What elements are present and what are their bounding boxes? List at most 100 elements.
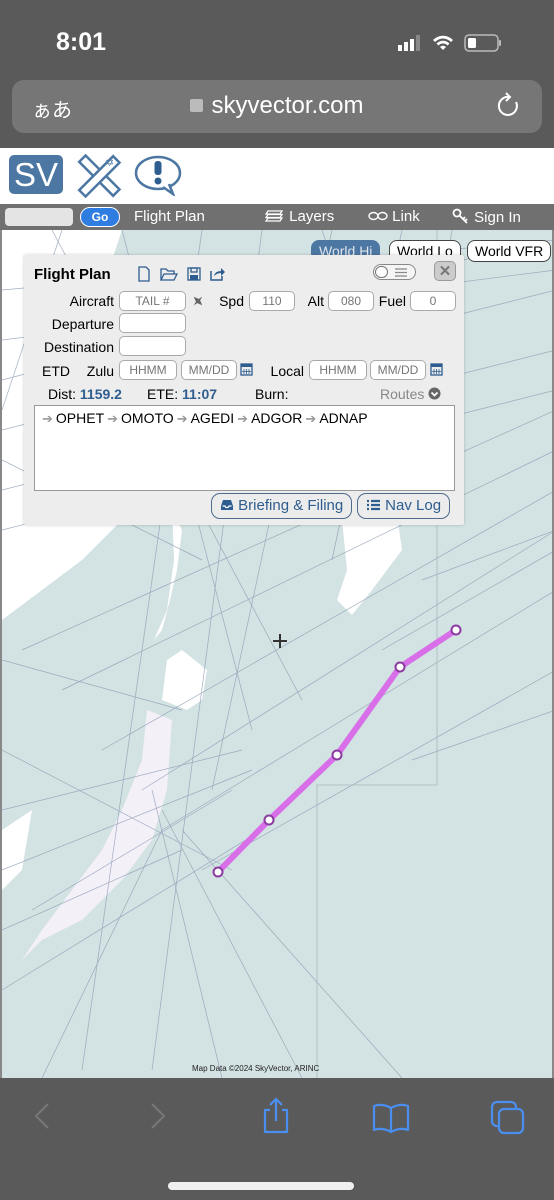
lock-icon bbox=[190, 99, 204, 112]
new-file-icon[interactable] bbox=[137, 266, 151, 282]
route-arrow-icon: ➔ bbox=[237, 411, 249, 426]
skyvector-logo[interactable]: SV bbox=[9, 155, 63, 194]
layers-menu[interactable]: Layers bbox=[264, 208, 335, 225]
route-waypoint[interactable]: ADNAP bbox=[319, 410, 367, 426]
sign-in-menu[interactable]: Sign In bbox=[452, 208, 521, 226]
route-arrow-icon: ➔ bbox=[176, 411, 188, 426]
altitude-label: Alt bbox=[307, 293, 324, 309]
aircraft-label: Aircraft bbox=[69, 293, 114, 309]
nav-log-label: Nav Log bbox=[385, 497, 442, 514]
address-bar[interactable]: ぁあ skyvector.com bbox=[12, 80, 542, 133]
list-bullets-icon bbox=[367, 499, 380, 511]
layers-icon bbox=[264, 210, 284, 222]
routes-label: Routes bbox=[380, 386, 425, 402]
feedback-icon[interactable] bbox=[133, 154, 185, 196]
status-time: 8:01 bbox=[56, 28, 107, 56]
destination-input[interactable] bbox=[119, 336, 186, 356]
zulu-calendar-icon[interactable] bbox=[240, 362, 253, 376]
distance-label: Dist: bbox=[48, 386, 76, 402]
speed-label: Spd bbox=[219, 293, 244, 309]
ete-value: 11:07 bbox=[182, 386, 218, 402]
map-attribution: Map Data ©2024 SkyVector, ARINC bbox=[192, 1064, 320, 1073]
flight-plan-menu[interactable]: Flight Plan bbox=[134, 208, 205, 225]
zulu-label: Zulu bbox=[86, 363, 114, 379]
forward-icon[interactable] bbox=[148, 1100, 168, 1132]
burn-label: Burn: bbox=[255, 386, 289, 402]
airport-search-input[interactable] bbox=[5, 208, 73, 226]
sign-in-label: Sign In bbox=[474, 209, 521, 226]
back-icon[interactable] bbox=[32, 1100, 52, 1132]
route-arrow-icon: ➔ bbox=[107, 411, 119, 426]
svg-text:✡: ✡ bbox=[105, 157, 114, 169]
save-icon[interactable] bbox=[187, 266, 201, 282]
route-arrow-icon: ➔ bbox=[305, 411, 317, 426]
nav-log-button[interactable]: Nav Log bbox=[357, 493, 451, 519]
route-waypoint[interactable]: OPHET bbox=[56, 410, 104, 426]
aircraft-tail-input[interactable] bbox=[119, 291, 186, 311]
status-icons bbox=[398, 34, 502, 52]
runway-x-icon[interactable]: ✡ bbox=[75, 154, 123, 198]
route-waypoint-marker[interactable] bbox=[212, 866, 224, 878]
link-menu[interactable]: Link bbox=[368, 208, 420, 225]
routes-dropdown[interactable]: Routes bbox=[380, 386, 441, 402]
briefing-filing-button[interactable]: Briefing & Filing bbox=[211, 493, 353, 519]
signal-icon bbox=[398, 35, 420, 51]
toggle-knob bbox=[375, 266, 388, 278]
etd-label: ETD bbox=[42, 363, 70, 379]
layers-label: Layers bbox=[289, 208, 335, 225]
departure-label: Departure bbox=[51, 316, 114, 332]
speed-input[interactable] bbox=[249, 291, 295, 311]
fuel-label: Fuel bbox=[378, 293, 406, 309]
route-waypoint-marker[interactable] bbox=[450, 624, 462, 636]
altitude-input[interactable] bbox=[328, 291, 374, 311]
bookmarks-icon[interactable] bbox=[372, 1102, 410, 1134]
zulu-time-input[interactable] bbox=[119, 360, 177, 380]
chevron-down-circle-icon bbox=[428, 387, 441, 400]
fuel-input[interactable] bbox=[410, 291, 456, 311]
flight-plan-actions bbox=[137, 266, 226, 282]
route-arrow-icon: ➔ bbox=[42, 411, 53, 426]
link-label: Link bbox=[392, 208, 420, 225]
ete-stat: ETE: 11:07 bbox=[147, 386, 217, 402]
list-icon bbox=[395, 268, 407, 277]
open-folder-icon[interactable] bbox=[160, 266, 178, 282]
route-waypoint[interactable]: ADGOR bbox=[251, 410, 302, 426]
tabs-icon[interactable] bbox=[490, 1100, 526, 1136]
site-toolbar: Go Flight Plan Layers Link Sign In bbox=[0, 204, 554, 230]
world-vfr-chart-button[interactable]: World VFR bbox=[467, 240, 552, 262]
url-display[interactable]: skyvector.com bbox=[12, 92, 542, 120]
browser-bottom-toolbar bbox=[0, 1078, 554, 1200]
briefing-label: Briefing & Filing bbox=[238, 497, 344, 514]
local-date-input[interactable] bbox=[370, 360, 426, 380]
flight-plan-panel: Flight Plan ✕ Aircraft Spd Alt Fuel Depa… bbox=[24, 255, 464, 525]
share-plan-icon[interactable] bbox=[210, 266, 226, 282]
flight-plan-title: Flight Plan bbox=[34, 266, 111, 283]
zulu-date-input[interactable] bbox=[181, 360, 237, 380]
local-calendar-icon[interactable] bbox=[430, 362, 443, 376]
distance-value: 1159.2 bbox=[79, 386, 122, 402]
route-waypoint-marker[interactable] bbox=[331, 749, 343, 761]
aircraft-icon[interactable] bbox=[191, 294, 205, 308]
link-icon bbox=[368, 211, 388, 221]
local-time-input[interactable] bbox=[309, 360, 367, 380]
inbox-icon bbox=[221, 500, 233, 510]
status-bar: 8:01 bbox=[0, 0, 554, 78]
route-waypoint[interactable]: AGEDI bbox=[191, 410, 235, 426]
home-indicator[interactable] bbox=[168, 1182, 354, 1190]
panel-mode-toggle[interactable] bbox=[373, 264, 416, 280]
battery-icon bbox=[464, 34, 501, 52]
reload-icon[interactable] bbox=[496, 92, 522, 120]
key-icon bbox=[452, 208, 468, 224]
route-waypoint-marker[interactable] bbox=[394, 661, 406, 673]
close-icon[interactable]: ✕ bbox=[434, 261, 456, 281]
route-waypoint-marker[interactable] bbox=[263, 814, 275, 826]
url-text: skyvector.com bbox=[211, 92, 364, 119]
share-icon[interactable] bbox=[260, 1096, 292, 1134]
destination-label: Destination bbox=[43, 339, 114, 355]
departure-input[interactable] bbox=[119, 313, 186, 333]
go-button[interactable]: Go bbox=[80, 207, 120, 227]
route-editor[interactable]: ➔ OPHET ➔ OMOTO ➔ AGEDI ➔ ADGOR ➔ ADNAP bbox=[34, 405, 455, 491]
route-waypoint[interactable]: OMOTO bbox=[121, 410, 174, 426]
local-label: Local bbox=[270, 363, 304, 379]
ete-label: ETE: bbox=[147, 386, 179, 402]
